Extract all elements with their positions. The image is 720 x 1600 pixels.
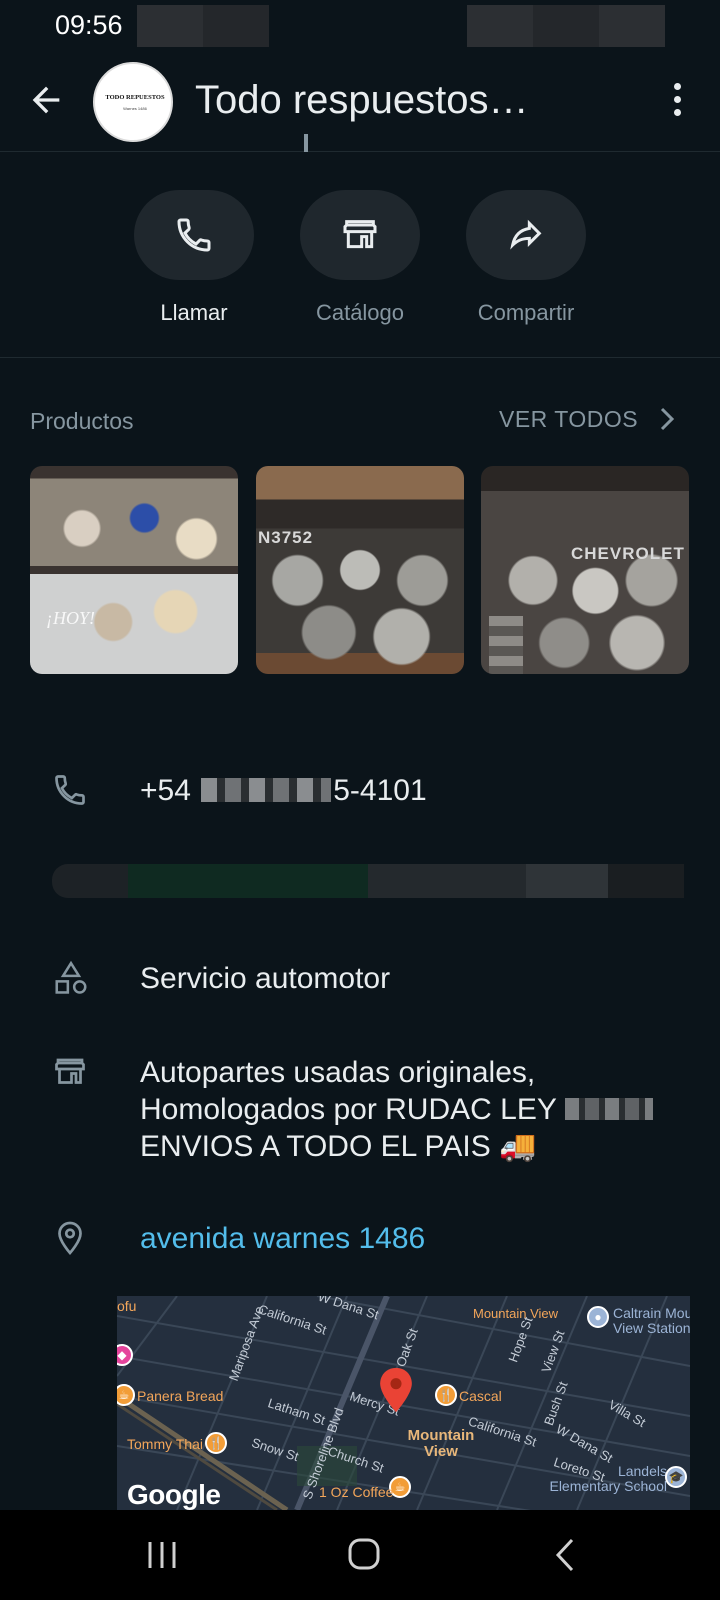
poi-label: Cascal: [459, 1388, 502, 1404]
status-time: 09:56: [55, 10, 123, 40]
shapes-icon: [55, 960, 87, 994]
address-row[interactable]: avenida warnes 1486: [0, 1218, 720, 1268]
description-line: Homologados por RUDAC LEY: [140, 1091, 653, 1128]
phone-suffix: 5-4101: [333, 774, 427, 807]
home-icon: [348, 1538, 380, 1570]
description-line: Autopartes usadas originales,: [140, 1056, 536, 1089]
catalog-button[interactable]: [300, 190, 420, 280]
location-marker-icon: [380, 1367, 412, 1413]
home-button[interactable]: [334, 1532, 394, 1578]
description-line: ENVIOS A TODO EL PAIS 🚚: [140, 1130, 537, 1163]
avatar-logo-text: TODO REPUESTOS: [105, 94, 165, 101]
map-city-label: Mountain View: [407, 1427, 475, 1460]
description-row: Autopartes usadas originales, Homologado…: [0, 1052, 720, 1172]
status-icons-left: [137, 5, 269, 47]
chevron-left-icon: [555, 1538, 574, 1572]
avatar[interactable]: TODO REPUESTOS Warnes 1486: [93, 62, 173, 142]
poi-label: Tommy Thai: [127, 1436, 203, 1452]
store-icon: [343, 220, 377, 249]
redacted-law-number: [564, 1098, 653, 1121]
location-map[interactable]: California St W Dana St Oak St Mariposa …: [117, 1296, 690, 1510]
phone-row[interactable]: +54 5-4101: [0, 768, 720, 818]
products-title: Productos: [30, 408, 134, 434]
system-back-button[interactable]: [536, 1532, 596, 1578]
share-button[interactable]: [466, 190, 586, 280]
phone-prefix: +54: [140, 774, 191, 807]
avatar-logo-subtext: Warnes 1486: [123, 106, 147, 111]
product-overlay-text: CHEVROLET: [571, 544, 685, 563]
menu-dot-icon: [674, 96, 681, 103]
app-bar: TODO REPUESTOS Warnes 1486 Todo respuest…: [0, 52, 720, 152]
product-thumbnail[interactable]: ¡HOY!: [30, 466, 238, 674]
category-row: Servicio automotor: [0, 958, 720, 1008]
arrow-left-icon: [32, 86, 60, 114]
poi-label: Panera Bread: [137, 1388, 224, 1404]
product-thumbnail[interactable]: N3752: [256, 466, 464, 674]
share-label: Compartir: [477, 300, 575, 325]
share-action[interactable]: Compartir: [466, 190, 586, 326]
location-pin-icon: [58, 1221, 82, 1256]
phone-redacted: [201, 778, 332, 803]
call-label: Llamar: [160, 300, 228, 325]
menu-dot-icon: [674, 83, 681, 90]
call-action[interactable]: Llamar: [134, 190, 254, 326]
store-icon: [55, 1058, 85, 1084]
product-overlay-text: ¡HOY!: [46, 608, 96, 628]
back-button[interactable]: [26, 80, 66, 120]
catalog-action[interactable]: Catálogo: [300, 190, 420, 326]
system-nav-bar: [0, 1510, 720, 1600]
poi-label: Caltrain Mou View Station: [613, 1305, 690, 1336]
food-icon: 🍴: [435, 1384, 457, 1406]
see-all-button[interactable]: VER TODOS: [499, 406, 638, 433]
status-bar: 09:56: [0, 0, 720, 52]
product-thumbnail[interactable]: CHEVROLET: [481, 466, 689, 674]
business-description: Autopartes usadas originales, Homologado…: [140, 1054, 653, 1165]
phone-number: +54 5-4101: [140, 772, 427, 809]
phone-icon: [55, 775, 85, 805]
recent-apps-icon: [148, 1542, 176, 1568]
redacted-row: [52, 864, 684, 898]
poi-label: Mountain View: [473, 1306, 559, 1321]
poi-label: Landels Elementary School: [549, 1463, 667, 1494]
description-line-text: Homologados por RUDAC LEY: [140, 1093, 557, 1126]
recent-apps-button[interactable]: [132, 1532, 192, 1578]
school-icon: 🎓: [665, 1466, 687, 1488]
station-icon: ●: [587, 1306, 609, 1328]
status-icons-right: [467, 5, 665, 47]
section-divider: [0, 357, 720, 358]
menu-dot-icon: [674, 109, 681, 116]
redacted-area: [489, 616, 523, 674]
share-arrow-icon: [510, 219, 542, 250]
google-logo: Google: [127, 1479, 221, 1510]
address-link[interactable]: avenida warnes 1486: [140, 1220, 425, 1257]
poi-label: 1 Oz Coffee: [319, 1484, 394, 1500]
chevron-right-icon[interactable]: [656, 406, 678, 432]
catalog-label: Catálogo: [315, 300, 405, 325]
food-icon: 🍴: [205, 1432, 227, 1454]
business-category: Servicio automotor: [140, 962, 391, 995]
contact-title[interactable]: Todo respuestos…: [195, 78, 529, 123]
product-overlay-text: N3752: [258, 528, 314, 547]
scrolled-text-fragment: [296, 134, 320, 154]
poi-label: ofu: [117, 1298, 137, 1314]
overflow-menu-button[interactable]: [664, 80, 692, 120]
phone-icon: [177, 218, 211, 252]
call-button[interactable]: [134, 190, 254, 280]
